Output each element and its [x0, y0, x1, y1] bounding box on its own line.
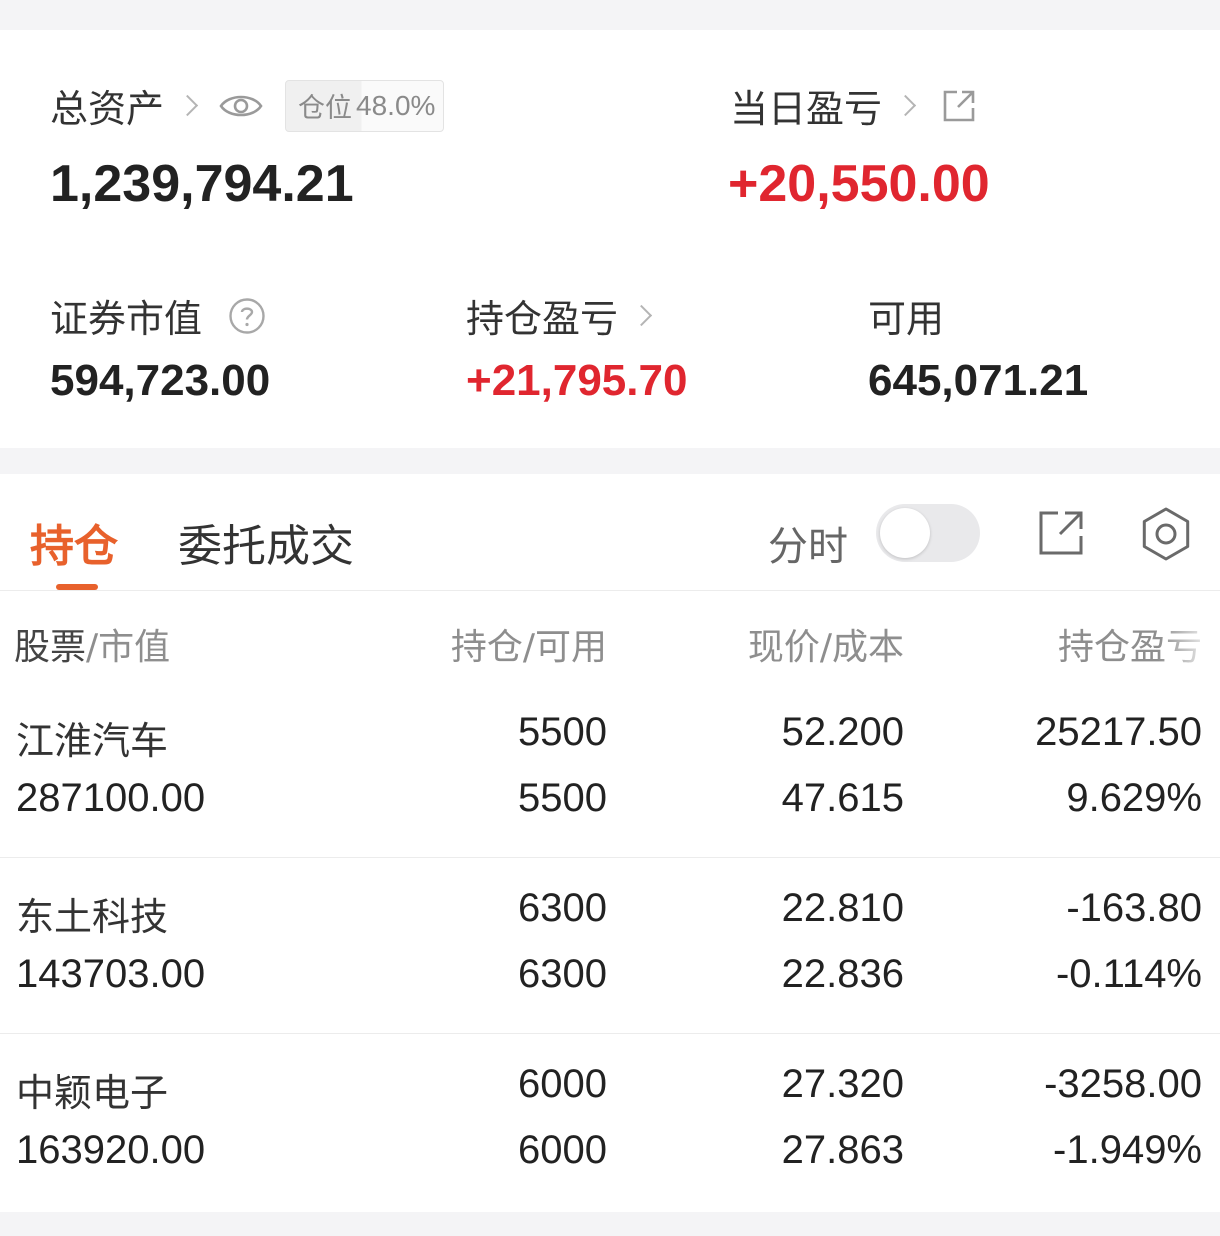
total-assets-label: 总资产 [50, 87, 165, 131]
toggle-knob [880, 508, 930, 558]
header-available-label: 可用 [534, 627, 607, 668]
eye-icon[interactable] [219, 91, 263, 121]
stock-holding-pl: -163.80 [1066, 886, 1202, 930]
help-circle-icon[interactable] [228, 297, 266, 335]
stock-holding-pl-pct: -0.114% [1055, 952, 1202, 996]
section-separator [0, 448, 1220, 474]
stock-holding-pl: 25217.50 [1035, 710, 1202, 754]
position-ratio-value: 48.0% [356, 89, 436, 121]
stock-price: 27.320 [781, 1062, 904, 1106]
holding-pl-header[interactable]: 持仓盈亏 [466, 288, 661, 343]
stock-position: 6000 [518, 1062, 607, 1106]
chevron-right-icon [894, 94, 917, 117]
daily-pl-value: +20,550.00 [728, 155, 990, 213]
available-label: 可用 [868, 297, 945, 341]
header-slash: / [522, 627, 535, 668]
intraday-toggle[interactable] [876, 504, 980, 562]
tab-orders-trades[interactable]: 委托成交 [178, 510, 354, 574]
available-value: 645,071.21 [868, 356, 1089, 405]
holding-pl-label: 持仓盈亏 [466, 297, 619, 341]
chevron-right-icon [176, 94, 199, 117]
header-price-label: 现价 [747, 627, 820, 668]
column-header-position: 持仓/可用 [451, 618, 607, 670]
position-ratio-badge: 仓位 48.0% [285, 79, 445, 132]
header-slash: / [86, 627, 99, 668]
table-row[interactable]: 中颖电子 163920.00 6000 6000 27.320 27.863 -… [0, 1034, 1220, 1210]
top-gap [0, 0, 1220, 30]
stock-market-value: 287100.00 [16, 776, 206, 820]
stock-name: 江淮汽车 [16, 719, 169, 763]
stock-cost: 27.863 [781, 1128, 904, 1172]
header-stock-label: 股票 [14, 627, 87, 668]
share-icon[interactable] [941, 88, 977, 124]
tab-holdings[interactable]: 持仓 [30, 510, 118, 574]
tabs-divider [0, 590, 1220, 591]
holding-pl-value: +21,795.70 [466, 356, 688, 405]
holdings-panel: 持仓 委托成交 分时 股票/市值 持仓/可用 现价/成本 持仓盈亏 江淮汽车 2… [0, 474, 1220, 1212]
securities-value-label: 证券市值 [50, 297, 203, 341]
stock-name: 东土科技 [16, 895, 169, 939]
stock-cost: 47.615 [781, 776, 904, 820]
table-row[interactable]: 东土科技 143703.00 6300 6300 22.810 22.836 -… [0, 858, 1220, 1034]
header-cost-label: 成本 [831, 627, 904, 668]
stock-holding-pl-pct: -1.949% [1053, 1128, 1202, 1172]
header-market-value-label: 市值 [98, 627, 171, 668]
securities-value-header[interactable]: 证券市值 [50, 288, 266, 343]
stock-holding-pl: -3258.00 [1044, 1062, 1202, 1106]
stock-available: 6300 [518, 952, 607, 996]
stock-price: 22.810 [781, 886, 904, 930]
intraday-label: 分时 [768, 524, 848, 570]
stock-available: 5500 [518, 776, 607, 820]
total-assets-header[interactable]: 总资产 仓位 48.0% [50, 78, 445, 133]
column-header-price: 现价/成本 [748, 618, 904, 670]
stock-market-value: 163920.00 [16, 1128, 206, 1172]
stock-name: 中颖电子 [16, 1071, 169, 1115]
column-header-holding-pl: 持仓盈亏 [1057, 627, 1202, 668]
share-icon[interactable] [1038, 510, 1084, 560]
column-header-stock: 股票/市值 [14, 618, 170, 670]
stock-cost: 22.836 [781, 952, 904, 996]
stock-position: 6300 [518, 886, 607, 930]
stock-price: 52.200 [781, 710, 904, 754]
table-row[interactable]: 江淮汽车 287100.00 5500 5500 52.200 47.615 2… [0, 682, 1220, 858]
asset-summary-card: 总资产 仓位 48.0% 1,239,794.21 当日盈亏 +20,550.0… [0, 30, 1220, 448]
chevron-right-icon [630, 304, 653, 327]
stock-available: 6000 [518, 1128, 607, 1172]
header-slash: / [819, 627, 832, 668]
position-ratio-label: 仓位 [298, 93, 353, 124]
securities-value: 594,723.00 [50, 356, 271, 405]
total-assets-value: 1,239,794.21 [50, 155, 354, 213]
stock-position: 5500 [518, 710, 607, 754]
stock-holding-pl-pct: 9.629% [1066, 776, 1202, 820]
header-position-label: 持仓 [450, 627, 523, 668]
stock-market-value: 143703.00 [16, 952, 206, 996]
daily-pl-header[interactable]: 当日盈亏 [730, 78, 977, 133]
gear-icon[interactable] [1138, 506, 1194, 566]
daily-pl-label: 当日盈亏 [730, 87, 883, 131]
available-header: 可用 [868, 288, 944, 343]
